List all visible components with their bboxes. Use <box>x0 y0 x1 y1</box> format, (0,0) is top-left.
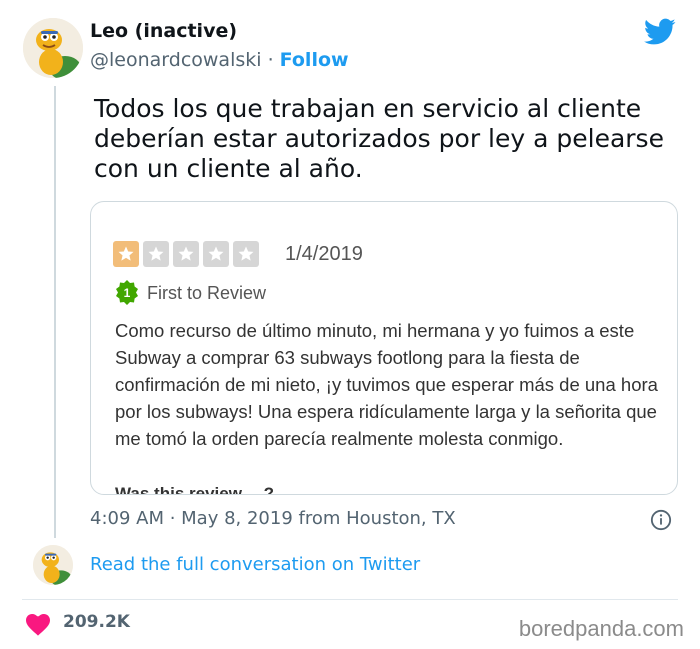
star-icon <box>203 241 229 267</box>
handle-separator: · <box>267 49 274 71</box>
reply-avatar[interactable] <box>33 545 73 585</box>
star-icon <box>113 241 139 267</box>
author-avatar[interactable] <box>23 18 83 78</box>
twitter-bird-icon[interactable] <box>644 18 676 46</box>
author-handle[interactable]: @leonardcowalski <box>90 49 262 71</box>
star-icon <box>143 241 169 267</box>
author-handle-row: @leonardcowalski · Follow <box>90 49 349 71</box>
star-icon <box>173 241 199 267</box>
author-name[interactable]: Leo (inactive) <box>90 20 237 42</box>
star-icon <box>233 241 259 267</box>
turtle-avatar-image <box>33 545 73 585</box>
review-screenshot-card[interactable]: 1/4/2019 1 First to Review Como recurso … <box>90 201 678 495</box>
review-body: Como recurso de último minuto, mi herman… <box>115 320 658 449</box>
read-full-conversation-link[interactable]: Read the full conversation on Twitter <box>90 554 420 575</box>
divider <box>22 599 678 600</box>
star-rating <box>113 241 259 267</box>
tweet-text: Todos los que trabajan en servicio al cl… <box>94 94 664 183</box>
review-cutoff-text: Was this review …? <box>115 484 275 495</box>
first-to-review-badge: 1 First to Review <box>115 280 266 306</box>
badge-label: First to Review <box>147 282 267 303</box>
review-date: 1/4/2019 <box>285 243 363 265</box>
watermark: boredpanda.com <box>518 616 684 641</box>
svg-text:1: 1 <box>124 286 131 300</box>
heart-icon[interactable] <box>26 614 50 636</box>
follow-button[interactable]: Follow <box>280 49 349 71</box>
info-icon[interactable] <box>650 509 672 531</box>
tweet-timestamp[interactable]: 4:09 AM · May 8, 2019 from Houston, TX <box>90 508 456 529</box>
turtle-avatar-image <box>23 18 83 78</box>
first-review-badge-icon: 1 <box>116 280 138 305</box>
thread-connector-line <box>54 86 56 538</box>
like-count: 209.2K <box>63 612 130 632</box>
